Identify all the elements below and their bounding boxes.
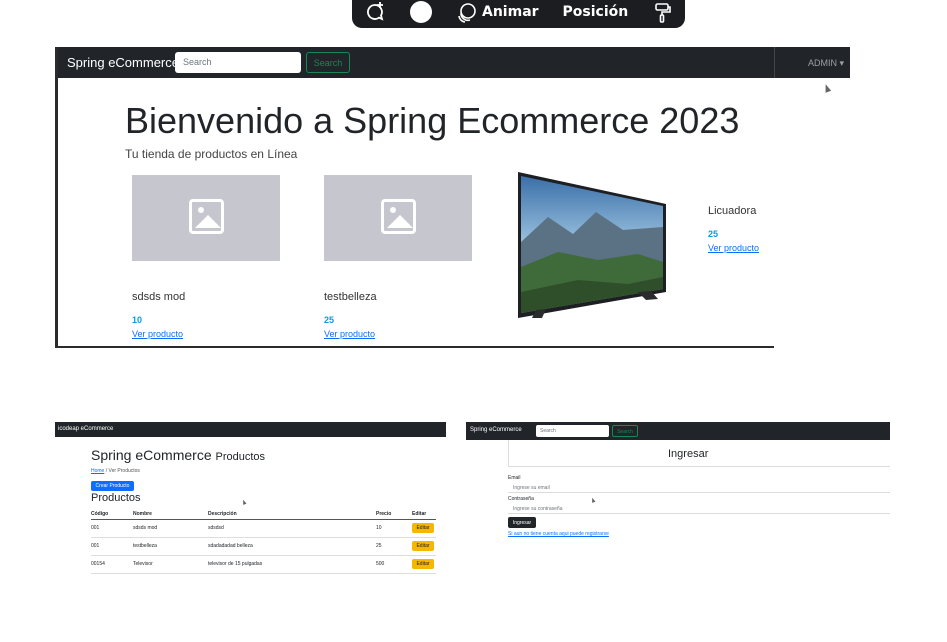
search-button[interactable]: Search [612,425,638,437]
cell-name: sdsds mod [133,519,208,538]
page-subtitle: Tu tienda de productos en Línea [125,147,298,161]
product-name: sdsds mod [132,291,186,303]
navbar: Spring eCommerce Search Search [466,422,890,440]
admin-label: ADMIN [808,58,837,68]
table-row: 001 testbelleza sdadadadad belleza 25 Ed… [91,537,436,556]
page-title-main: Spring eCommerce [91,447,212,463]
color-circle-icon[interactable] [410,0,432,24]
comment-add-icon[interactable] [364,0,386,24]
animate-icon[interactable] [456,0,478,24]
password-label: Contraseña [508,496,534,502]
product-name: Licuadora [708,205,757,217]
page-title-suffix: Productos [215,451,266,463]
mouse-cursor-icon [590,497,596,503]
breadcrumb: Home / Ver Productos [91,468,140,474]
position-button[interactable]: Posición [563,4,629,20]
column-header: Editar [412,509,436,520]
view-product-link[interactable]: Ver producto [324,329,375,339]
products-page-screenshot: icodeap eCommerce Spring eCommerce Produ… [55,422,446,577]
edit-button[interactable]: Editar [412,559,434,569]
column-header: Precio [376,509,412,520]
caret-down-icon: ▾ [839,58,845,68]
product-name: testbelleza [324,291,377,303]
page-title: Bienvenido a Spring Ecommerce 2023 [125,100,740,141]
cell-price: 25 [376,537,412,556]
search-button[interactable]: Search [306,52,350,73]
page-margin [774,78,850,348]
breadcrumb-current: / Ver Productos [105,468,140,474]
floating-toolbar: Animar Posición [352,0,685,28]
navbar: icodeap eCommerce [55,422,446,437]
product-price: 25 [708,229,719,239]
navbar-brand[interactable]: Spring eCommerce [470,427,522,433]
cell-price: 10 [376,519,412,538]
television-product-image [518,172,666,318]
register-link[interactable]: Si aun no tiene cuenta aqui puede regist… [508,531,609,537]
column-header: Código [91,509,133,520]
image-icon [381,199,416,234]
email-label: Email [508,475,521,481]
view-product-link[interactable]: Ver producto [132,329,183,339]
cell-code: 001 [91,537,133,556]
search-input[interactable]: Search [175,52,301,73]
mouse-cursor-icon [241,499,247,505]
home-page-screenshot: Spring eCommerce Search Search ADMIN ▾ B… [55,47,850,348]
paint-roller-icon[interactable] [652,0,674,24]
divider [58,346,774,348]
navbar: Spring eCommerce Search Search ADMIN ▾ [58,47,850,78]
cell-code: 00154 [91,555,133,574]
cell-description: sdadadadad belleza [208,537,376,556]
edit-button[interactable]: Editar [412,541,434,551]
navbar-brand[interactable]: icodeap eCommerce [58,426,113,432]
breadcrumb-home-link[interactable]: Home [91,468,104,474]
view-product-link[interactable]: Ver producto [708,243,759,253]
table-row: 00154 Televisor televisor de 15 pulgadas… [91,555,436,574]
cell-price: 500 [376,555,412,574]
page-title: Spring eCommerce Productos [91,447,265,463]
cell-description: sdsdsd [208,519,376,538]
navbar-brand[interactable]: Spring eCommerce [67,55,179,70]
product-price: 10 [132,315,143,325]
login-page-screenshot: Spring eCommerce Search Search Ingresar … [466,422,890,547]
column-header: Descripción [208,509,376,520]
table-row: 001 sdsds mod sdsdsd 10 Editar [91,519,436,538]
admin-dropdown[interactable]: ADMIN ▾ [808,58,844,69]
cell-name: Televisor [133,555,208,574]
password-field[interactable]: Ingrese su contraseña [508,504,890,514]
column-header: Nombre [133,509,208,520]
divider [774,47,775,78]
cell-name: testbelleza [133,537,208,556]
animate-button[interactable]: Animar [482,4,539,20]
edit-button[interactable]: Editar [412,523,434,533]
cell-description: televisor de 15 pulgadas [208,555,376,574]
image-icon [189,199,224,234]
table-header-row: Código Nombre Descripción Precio Editar [91,509,436,520]
section-title: Productos [91,492,141,504]
login-button[interactable]: Ingresar [508,517,536,528]
product-price: 25 [324,315,335,325]
cell-code: 001 [91,519,133,538]
product-image-placeholder [132,175,280,261]
login-title: Ingresar [668,448,709,460]
email-field[interactable]: Ingrese su email [508,483,890,493]
search-input[interactable]: Search [536,425,609,437]
create-product-button[interactable]: Crear Producto [91,481,134,491]
product-image-placeholder [324,175,472,261]
products-table: Código Nombre Descripción Precio Editar … [91,509,436,574]
